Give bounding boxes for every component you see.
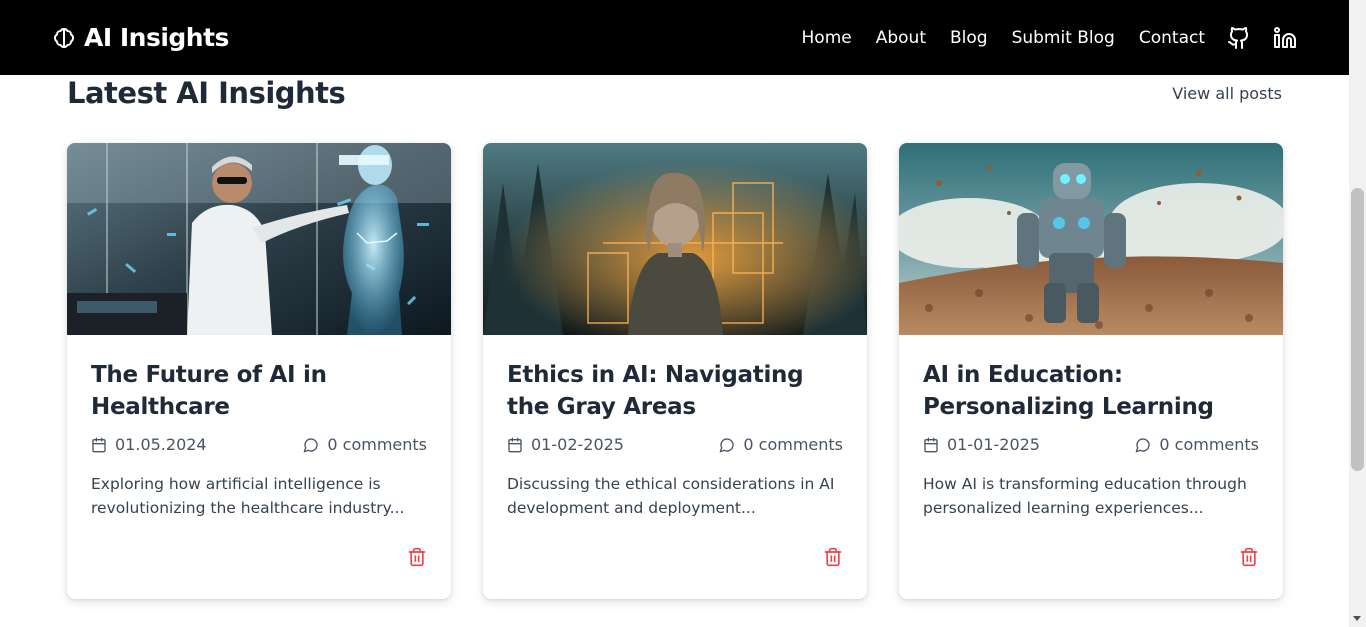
trash-icon	[408, 547, 426, 567]
nav-link-home[interactable]: Home	[802, 28, 852, 48]
post-excerpt: Exploring how artificial intelligence is…	[91, 475, 405, 517]
brain-icon	[54, 27, 74, 48]
github-link[interactable]	[1227, 26, 1251, 50]
robot-coins-image[interactable]	[899, 143, 1283, 335]
navbar: AI Insights Home About Blog Submit Blog …	[0, 0, 1349, 75]
post-card: The Future of AI in Healthcare 01.05.202…	[67, 143, 451, 599]
post-date: 01-02-2025	[507, 435, 624, 454]
scrollbar-thumb[interactable]	[1351, 188, 1364, 471]
post-date: 01.05.2024	[91, 435, 207, 454]
post-meta: 01-01-2025 0 comments	[923, 435, 1259, 454]
post-excerpt: How AI is transforming education through…	[923, 475, 1247, 517]
trash-icon	[1240, 547, 1258, 567]
post-date: 01-01-2025	[923, 435, 1040, 454]
trash-icon	[824, 547, 842, 567]
nav-links: Home About Blog Submit Blog Contact	[778, 26, 1297, 50]
comment-icon	[720, 437, 735, 452]
comment-icon	[1136, 437, 1151, 452]
post-comments: 0 comments	[303, 435, 427, 454]
calendar-icon	[508, 437, 522, 452]
section-title: Latest AI Insights	[67, 76, 346, 110]
scroll-down-arrow-icon[interactable]	[1353, 616, 1361, 621]
nav-link-blog[interactable]: Blog	[950, 28, 988, 48]
post-date-text: 01-01-2025	[947, 435, 1040, 454]
linkedin-icon	[1274, 26, 1296, 48]
post-grid: The Future of AI in Healthcare 01.05.202…	[67, 143, 1283, 599]
delete-post-button[interactable]	[407, 547, 427, 567]
nav-link-contact[interactable]: Contact	[1139, 28, 1205, 48]
delete-post-button[interactable]	[1239, 547, 1259, 567]
nav-link-about[interactable]: About	[876, 28, 926, 48]
post-card: AI in Education: Personalizing Learning …	[899, 143, 1283, 599]
post-comments-text: 0 comments	[1159, 435, 1259, 454]
post-comments: 0 comments	[1135, 435, 1259, 454]
brand-name: AI Insights	[84, 23, 229, 52]
post-comments: 0 comments	[719, 435, 843, 454]
github-icon	[1228, 26, 1249, 49]
comment-icon	[304, 437, 319, 452]
post-title[interactable]: Ethics in AI: Navigating the Gray Areas	[507, 359, 843, 423]
post-meta: 01-02-2025 0 comments	[507, 435, 843, 454]
doctor-hologram-image[interactable]	[67, 143, 451, 335]
brand-link[interactable]: AI Insights	[52, 23, 229, 52]
post-meta: 01.05.2024 0 comments	[91, 435, 427, 454]
page-scrollbar[interactable]	[1349, 0, 1366, 627]
post-card: Ethics in AI: Navigating the Gray Areas …	[483, 143, 867, 599]
post-date-text: 01.05.2024	[115, 435, 207, 454]
post-comments-text: 0 comments	[743, 435, 843, 454]
calendar-icon	[92, 437, 106, 452]
linkedin-link[interactable]	[1273, 26, 1297, 50]
post-comments-text: 0 comments	[327, 435, 427, 454]
calendar-icon	[924, 437, 938, 452]
post-title[interactable]: AI in Education: Personalizing Learning	[923, 359, 1259, 423]
nav-link-submit-blog[interactable]: Submit Blog	[1012, 28, 1115, 48]
view-all-posts-link[interactable]: View all posts	[1172, 84, 1282, 103]
delete-post-button[interactable]	[823, 547, 843, 567]
post-excerpt: Discussing the ethical considerations in…	[507, 475, 835, 517]
post-title[interactable]: The Future of AI in Healthcare	[91, 359, 427, 423]
post-date-text: 01-02-2025	[531, 435, 624, 454]
woman-forest-image[interactable]	[483, 143, 867, 335]
